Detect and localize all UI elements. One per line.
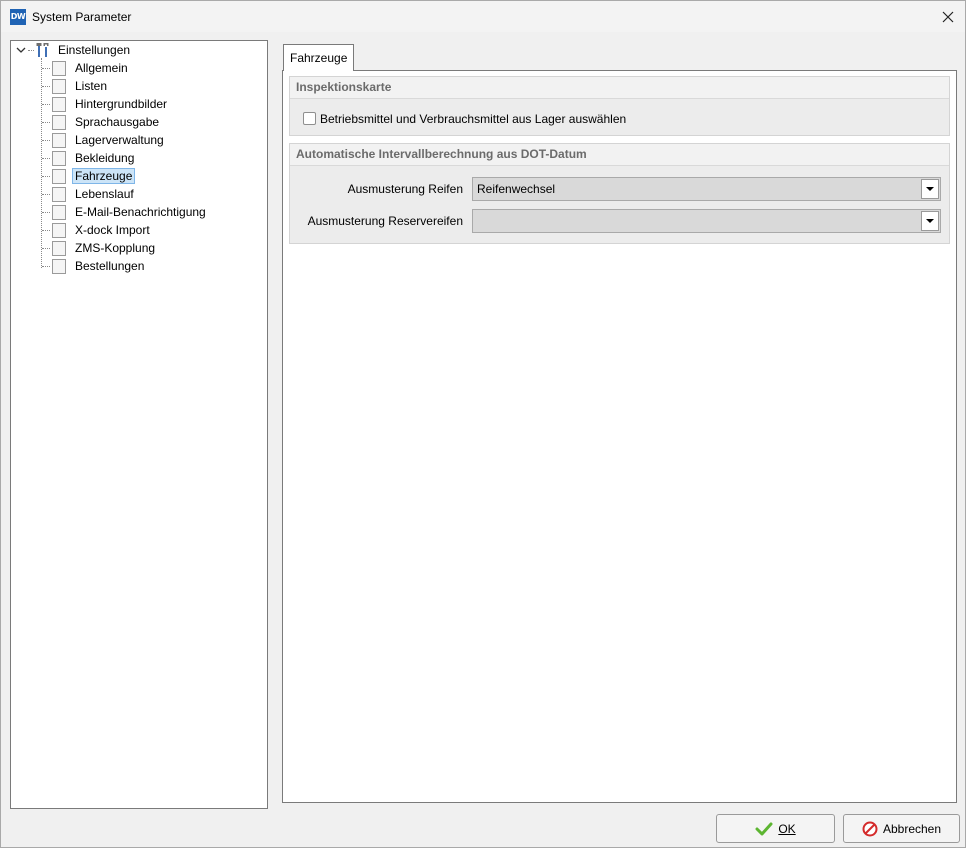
tree-item-label: Bekleidung bbox=[75, 151, 135, 165]
betriebsmittel-checkbox-label[interactable]: Betriebsmittel und Verbrauchsmittel aus … bbox=[320, 112, 626, 126]
tree-connector-line bbox=[42, 68, 50, 69]
tree-item-label: Bestellungen bbox=[75, 259, 145, 273]
tree-item[interactable]: Fahrzeuge bbox=[52, 167, 136, 185]
tree-root-label: Einstellungen bbox=[58, 43, 131, 57]
tree-item-label: Fahrzeuge bbox=[72, 168, 136, 184]
tree-connector-line bbox=[28, 49, 34, 51]
page-icon bbox=[52, 60, 66, 76]
reservereifen-label: Ausmusterung Reservereifen bbox=[307, 214, 463, 228]
tree-item[interactable]: Allgemein bbox=[52, 59, 131, 77]
tree-item[interactable]: X-dock Import bbox=[52, 221, 153, 239]
reifen-label: Ausmusterung Reifen bbox=[347, 182, 463, 196]
tree-item[interactable]: Listen bbox=[52, 77, 110, 95]
tree-item[interactable]: Lebenslauf bbox=[52, 185, 137, 203]
tree-item[interactable]: Bekleidung bbox=[52, 149, 137, 167]
tree-connector-line bbox=[41, 58, 42, 268]
tree-connector-line bbox=[42, 266, 50, 267]
page-icon bbox=[52, 132, 66, 148]
ok-label: OK bbox=[778, 821, 796, 836]
tree-item-label: Listen bbox=[75, 79, 108, 93]
tree-item-label: E-Mail-Benachrichtigung bbox=[75, 205, 206, 219]
tree-item-label: Allgemein bbox=[75, 61, 128, 75]
cancel-icon bbox=[862, 821, 878, 836]
window-title: System Parameter bbox=[32, 10, 132, 24]
inspektionskarte-group: Inspektionskarte bbox=[289, 76, 950, 136]
tree-connector-line bbox=[42, 140, 50, 141]
tree-item-label: Hintergrundbilder bbox=[75, 97, 168, 111]
dropdown-arrow-icon[interactable] bbox=[921, 211, 939, 231]
tree-item-label: X-dock Import bbox=[75, 223, 150, 237]
cancel-button[interactable]: Abbrechen bbox=[843, 814, 960, 843]
page-icon bbox=[52, 222, 66, 238]
page-icon bbox=[52, 204, 66, 220]
ok-button[interactable]: OK bbox=[716, 814, 835, 843]
close-icon bbox=[942, 11, 954, 22]
app-logo-icon: DW bbox=[10, 9, 26, 25]
tab-fahrzeuge[interactable]: Fahrzeuge bbox=[283, 44, 355, 71]
tree-connector-line bbox=[42, 248, 50, 249]
title-bar: DW System Parameter bbox=[1, 1, 965, 32]
tree-connector-line bbox=[42, 158, 50, 159]
tree-connector-line bbox=[42, 230, 50, 231]
close-button[interactable] bbox=[931, 1, 965, 32]
tree-connector-line bbox=[42, 212, 50, 213]
cancel-label: Abbrechen bbox=[882, 821, 942, 836]
tree-connector-line bbox=[42, 122, 50, 123]
tree-item-label: ZMS-Kopplung bbox=[75, 241, 156, 255]
page-icon bbox=[52, 240, 66, 256]
settings-tree[interactable]: Einstellungen Allgemein Listen Hintergrund… bbox=[10, 40, 268, 809]
dropdown-arrow-icon[interactable] bbox=[921, 179, 939, 199]
reifen-select-value: Reifenwechsel bbox=[477, 182, 556, 196]
tree-item[interactable]: Bestellungen bbox=[52, 257, 147, 275]
page-icon bbox=[52, 114, 66, 130]
page-icon bbox=[52, 150, 66, 166]
tree-connector-line bbox=[42, 194, 50, 195]
betriebsmittel-checkbox[interactable] bbox=[303, 112, 316, 125]
tree-connector-line bbox=[42, 86, 50, 87]
page-icon bbox=[52, 168, 66, 184]
tree-item[interactable]: Sprachausgabe bbox=[52, 113, 162, 131]
reservereifen-select[interactable] bbox=[472, 209, 941, 233]
tree-item[interactable]: Hintergrundbilder bbox=[52, 95, 170, 113]
page-icon bbox=[52, 258, 66, 274]
group-header: Inspektionskarte bbox=[290, 77, 949, 99]
group-header: Automatische Intervallberechnung aus DOT… bbox=[290, 144, 949, 166]
tools-icon bbox=[36, 43, 49, 57]
tab-label: Fahrzeuge bbox=[290, 51, 348, 65]
tree-connector-line bbox=[42, 104, 50, 105]
tree-item[interactable]: Lagerverwaltung bbox=[52, 131, 167, 149]
tree-item-label: Lebenslauf bbox=[75, 187, 134, 201]
tree-item[interactable]: E-Mail-Benachrichtigung bbox=[52, 203, 209, 221]
page-icon bbox=[52, 186, 66, 202]
tree-connector-line bbox=[42, 176, 50, 177]
tree-root-einstellungen[interactable]: Einstellungen bbox=[16, 41, 133, 59]
checkmark-icon bbox=[755, 822, 773, 835]
page-icon bbox=[52, 78, 66, 94]
system-parameter-window: DW System Parameter Einstellungen Allgem… bbox=[0, 0, 966, 848]
tree-item-label: Lagerverwaltung bbox=[75, 133, 164, 147]
reifen-select[interactable]: Reifenwechsel bbox=[472, 177, 941, 201]
chevron-down-icon[interactable] bbox=[16, 45, 26, 55]
page-icon bbox=[52, 96, 66, 112]
tree-item-label: Sprachausgabe bbox=[75, 115, 160, 129]
tree-item[interactable]: ZMS-Kopplung bbox=[52, 239, 158, 257]
